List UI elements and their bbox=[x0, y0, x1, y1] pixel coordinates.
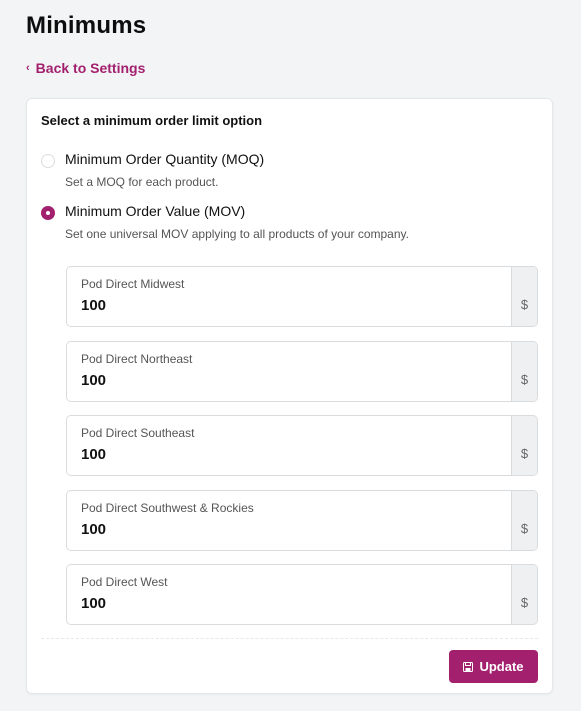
mov-field-midwest[interactable]: Pod Direct Midwest 100 $ bbox=[66, 266, 538, 327]
field-label: Pod Direct Southeast bbox=[81, 426, 195, 440]
dollar-addon: $ bbox=[511, 491, 537, 550]
minimums-card: Select a minimum order limit option Mini… bbox=[26, 98, 553, 694]
page-title: Minimums bbox=[26, 12, 147, 39]
mov-radio[interactable] bbox=[41, 206, 55, 220]
field-value-input[interactable]: 100 bbox=[81, 372, 106, 389]
dollar-addon: $ bbox=[511, 267, 537, 326]
update-button-label: Update bbox=[479, 659, 524, 674]
field-label: Pod Direct Southwest & Rockies bbox=[81, 501, 254, 515]
card-title: Select a minimum order limit option bbox=[41, 113, 263, 128]
field-value-input[interactable]: 100 bbox=[81, 595, 106, 612]
field-label: Pod Direct West bbox=[81, 575, 168, 589]
field-value-input[interactable]: 100 bbox=[81, 297, 106, 314]
dollar-addon: $ bbox=[511, 342, 537, 401]
mov-description: Set one universal MOV applying to all pr… bbox=[65, 227, 409, 241]
moq-description: Set a MOQ for each product. bbox=[65, 175, 219, 189]
update-button[interactable]: Update bbox=[449, 650, 538, 683]
divider bbox=[41, 638, 538, 639]
field-label: Pod Direct Northeast bbox=[81, 352, 193, 366]
mov-field-west[interactable]: Pod Direct West 100 $ bbox=[66, 564, 538, 625]
moq-label: Minimum Order Quantity (MOQ) bbox=[65, 151, 265, 167]
field-value-input[interactable]: 100 bbox=[81, 446, 106, 463]
save-icon bbox=[463, 661, 474, 672]
mov-field-northeast[interactable]: Pod Direct Northeast 100 $ bbox=[66, 341, 538, 402]
field-label: Pod Direct Midwest bbox=[81, 277, 185, 291]
moq-radio[interactable] bbox=[41, 154, 55, 168]
dollar-addon: $ bbox=[511, 565, 537, 624]
mov-field-southwest-rockies[interactable]: Pod Direct Southwest & Rockies 100 $ bbox=[66, 490, 538, 551]
mov-label: Minimum Order Value (MOV) bbox=[65, 203, 246, 219]
mov-field-southeast[interactable]: Pod Direct Southeast 100 $ bbox=[66, 415, 538, 476]
back-to-settings-link[interactable]: ‹ Back to Settings bbox=[26, 60, 145, 76]
back-link-label: Back to Settings bbox=[35, 60, 146, 76]
chevron-left-icon: ‹ bbox=[26, 62, 30, 74]
dollar-addon: $ bbox=[511, 416, 537, 475]
field-value-input[interactable]: 100 bbox=[81, 521, 106, 538]
